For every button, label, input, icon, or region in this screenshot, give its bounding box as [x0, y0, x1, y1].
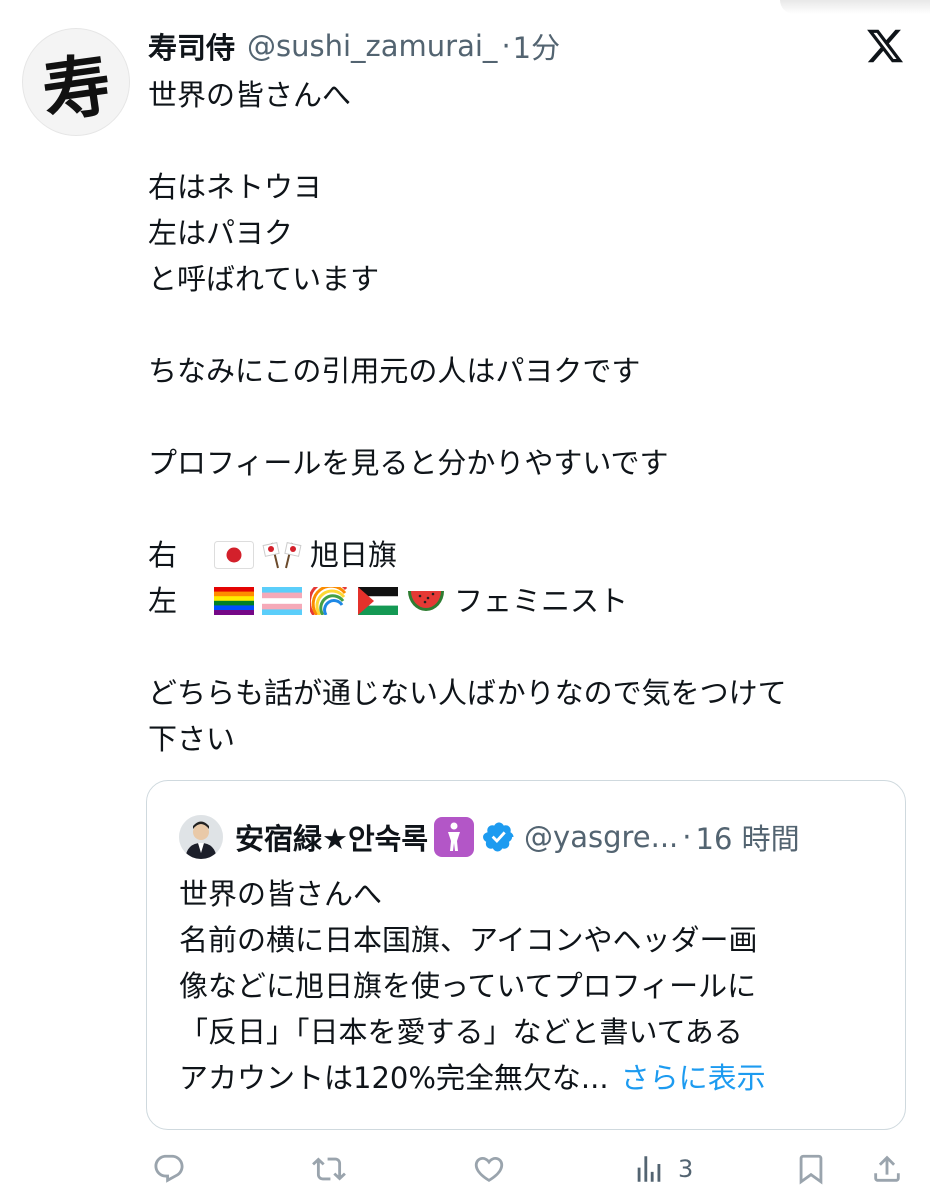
quote-line-text: アカウントは120%完全無欠な... [179, 1061, 609, 1095]
views-count: 3 [678, 1155, 694, 1183]
quote-line: 像などに旭日旗を使っていてプロフィールに [179, 969, 757, 1003]
heart-icon [474, 1156, 504, 1182]
bookmark-icon [799, 1154, 823, 1185]
repost-icon [312, 1157, 346, 1181]
rainbow-flag-icon [214, 587, 254, 615]
transgender-flag-icon [262, 587, 302, 615]
quote-time[interactable]: 16 時間 [696, 816, 800, 858]
avatar-glyph: 寿 [37, 44, 117, 133]
x-logo-icon [867, 29, 904, 63]
tweet-line: 右はネトウヨ [148, 170, 323, 204]
quote-line: アカウントは120%完全無欠な... さらに表示 [179, 1055, 879, 1101]
tweet-line: どちらも話が通じない人ばかりなので気をつけて [148, 676, 787, 710]
post-time[interactable]: 1分 [513, 25, 560, 67]
tweet-line: 下さい [148, 722, 236, 756]
quote-header: 安宿緑★안숙록 @yasgre... · 16 時間 [235, 813, 800, 861]
palestine-flag-icon [358, 587, 398, 615]
tweet-line: 世界の皆さんへ [148, 78, 352, 112]
analytics-icon [637, 1156, 661, 1182]
tweet-header: 寿司侍 @sushi_zamurai_ · 1分 [148, 26, 560, 66]
views-button[interactable]: 3 [632, 1152, 693, 1186]
right-flags-row: 右 旭日旗 [148, 532, 908, 578]
top-edge-shadow [780, 0, 930, 14]
person-avatar-icon [179, 815, 223, 859]
show-more-link[interactable]: さらに表示 [621, 1061, 766, 1095]
right-suffix: 旭日旗 [310, 538, 398, 572]
tweet-line: と呼ばれています [148, 262, 380, 296]
left-label: 左 [148, 584, 178, 618]
header-separator: · [501, 29, 511, 63]
watermelon-icon [408, 591, 444, 611]
quote-display-name[interactable]: 安宿緑★안숙록 [235, 816, 428, 858]
quote-handle[interactable]: @yasgre... [524, 820, 678, 854]
author-display-name[interactable]: 寿司侍 [148, 25, 235, 67]
quote-author-avatar[interactable] [179, 815, 223, 859]
quote-separator: · [682, 820, 692, 854]
rainbow-icon [310, 587, 348, 615]
quote-text: 世界の皆さんへ 名前の横に日本国旗、アイコンやヘッダー画 像などに旭日旗を使って… [179, 871, 879, 1101]
repost-button[interactable] [312, 1152, 346, 1186]
tweet-line: 左はパヨク [148, 216, 294, 250]
tweet-line: プロフィールを見ると分かりやすいです [148, 446, 669, 480]
tweet-text: 世界の皆さんへ 右はネトウヨ 左はパヨク と呼ばれています ちなみにこの引用元の… [148, 72, 908, 762]
quote-line: 名前の横に日本国旗、アイコンやヘッダー画 [179, 923, 758, 957]
quote-line: 世界の皆さんへ [179, 877, 383, 911]
bookmark-button[interactable] [794, 1152, 828, 1186]
quote-line: 「反日」「日本を愛する」などと書いてある [179, 1015, 743, 1049]
left-suffix: フェミニスト [454, 584, 629, 618]
action-bar: 3 [0, 1144, 930, 1194]
share-icon [874, 1155, 900, 1182]
share-button[interactable] [870, 1152, 904, 1186]
verified-badge-icon [483, 822, 514, 852]
like-button[interactable] [472, 1152, 506, 1186]
crossed-flags-icon [262, 542, 302, 569]
quoted-tweet[interactable]: 安宿緑★안숙록 @yasgre... · 16 時間 世界の皆さんへ 名前の横に… [146, 780, 906, 1130]
tweet-line: ちなみにこの引用元の人はパヨクです [148, 354, 641, 388]
reply-icon [154, 1154, 184, 1183]
author-avatar[interactable]: 寿 [22, 28, 130, 136]
right-label: 右 [148, 538, 178, 572]
left-flags-row: 左 フェミニスト [148, 578, 908, 624]
japan-flag-icon [214, 541, 254, 569]
person-badge-icon [434, 817, 475, 857]
author-handle[interactable]: @sushi_zamurai_ [247, 29, 497, 63]
reply-button[interactable] [152, 1152, 186, 1186]
